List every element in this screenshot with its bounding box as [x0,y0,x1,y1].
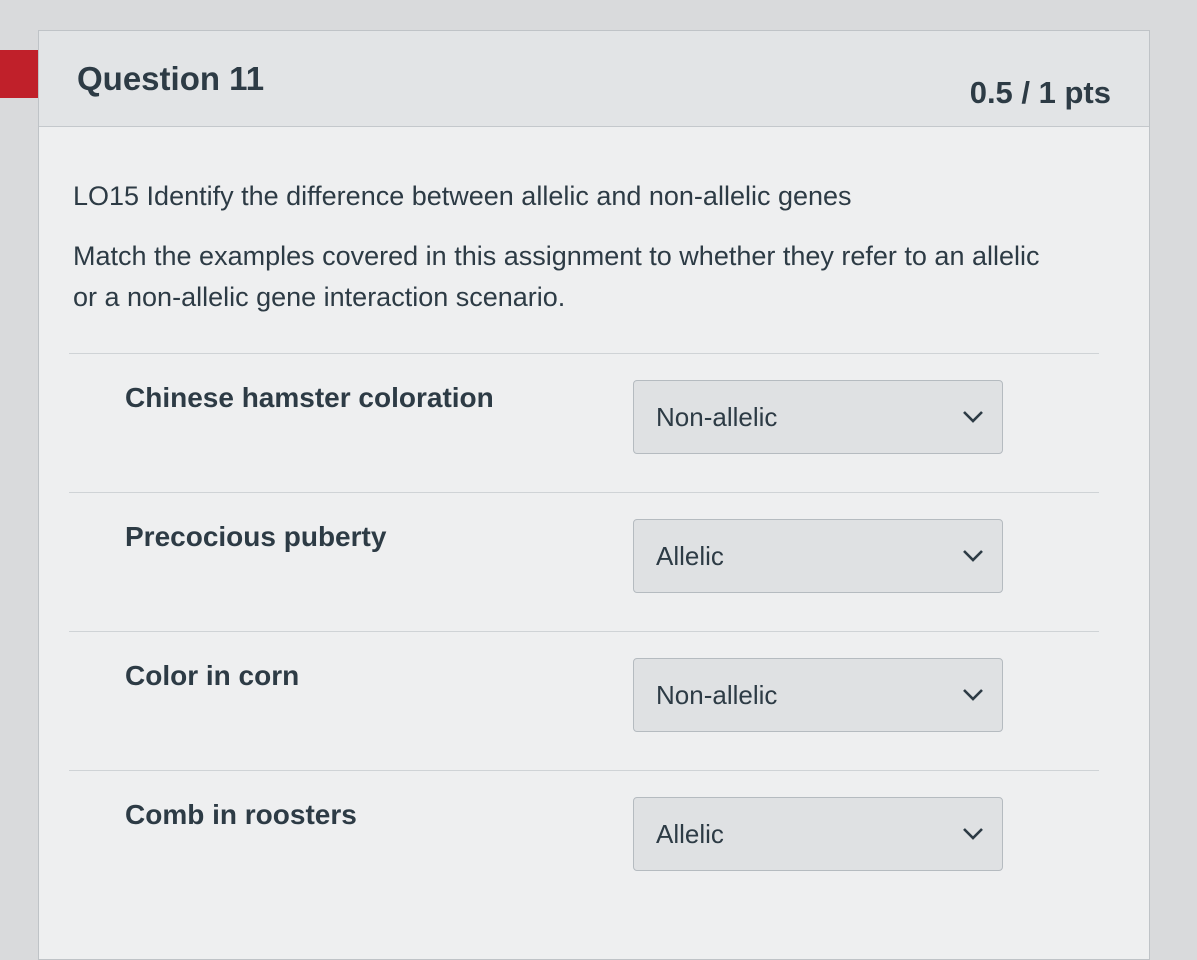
select-value: Allelic [656,540,724,571]
question-instructions: Match the examples covered in this assig… [73,241,1040,312]
learning-objective: LO15 Identify the difference between all… [73,181,852,211]
question-points: 0.5 / 1 pts [969,74,1111,110]
match-label: Chinese hamster coloration [125,382,494,413]
select-value: Allelic [656,818,724,849]
match-answer-select[interactable]: Non-allelic [633,380,1003,454]
select-value: Non-allelic [656,679,778,710]
match-list: Chinese hamster coloration Non-allelic P… [69,353,1149,909]
match-row: Precocious puberty Allelic [69,492,1099,631]
select-value: Non-allelic [656,401,778,432]
chevron-down-icon [962,684,984,706]
match-row: Color in corn Non-allelic [69,631,1099,770]
match-label: Color in corn [125,660,300,691]
match-label: Precocious puberty [125,521,387,552]
question-header: Question 11 0.5 / 1 pts [39,31,1149,127]
match-row: Comb in roosters Allelic [69,770,1099,909]
chevron-down-icon [962,406,984,428]
question-card: Question 11 0.5 / 1 pts LO15 Identify th… [38,30,1150,960]
match-row: Chinese hamster coloration Non-allelic [69,353,1099,492]
question-title: Question 11 [77,59,265,97]
question-body: LO15 Identify the difference between all… [39,127,1149,909]
match-label: Comb in roosters [125,799,357,830]
match-answer-select[interactable]: Non-allelic [633,658,1003,732]
chevron-down-icon [962,823,984,845]
match-answer-select[interactable]: Allelic [633,797,1003,871]
chevron-down-icon [962,545,984,567]
match-answer-select[interactable]: Allelic [633,519,1003,593]
